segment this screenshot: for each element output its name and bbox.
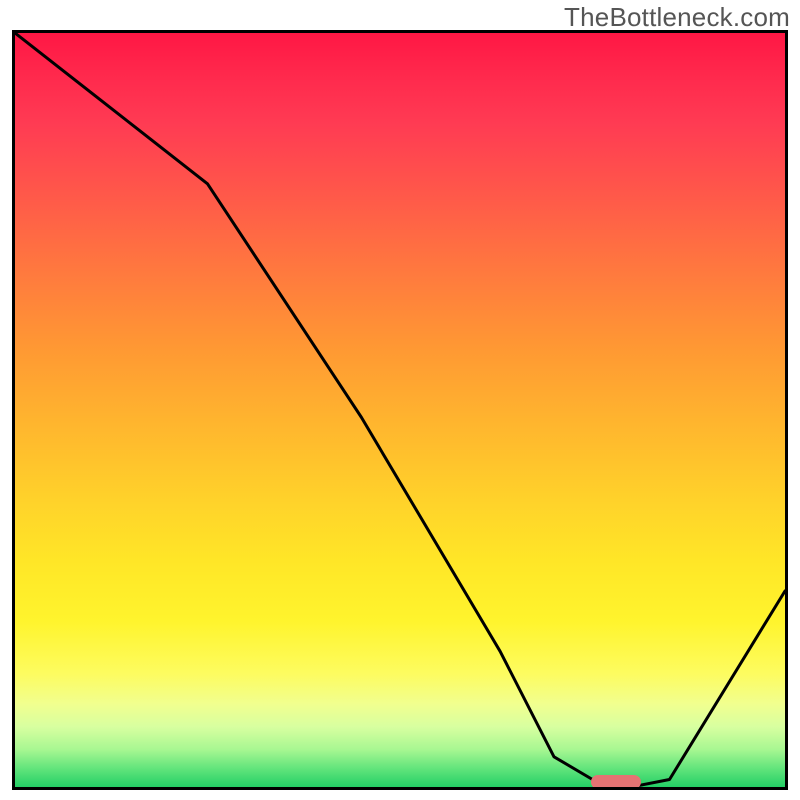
bottleneck-curve [15,33,785,787]
chart-frame: TheBottleneck.com [0,0,800,800]
watermark-text: TheBottleneck.com [564,2,790,33]
plot-area [12,30,788,790]
optimal-marker-icon [591,775,641,789]
